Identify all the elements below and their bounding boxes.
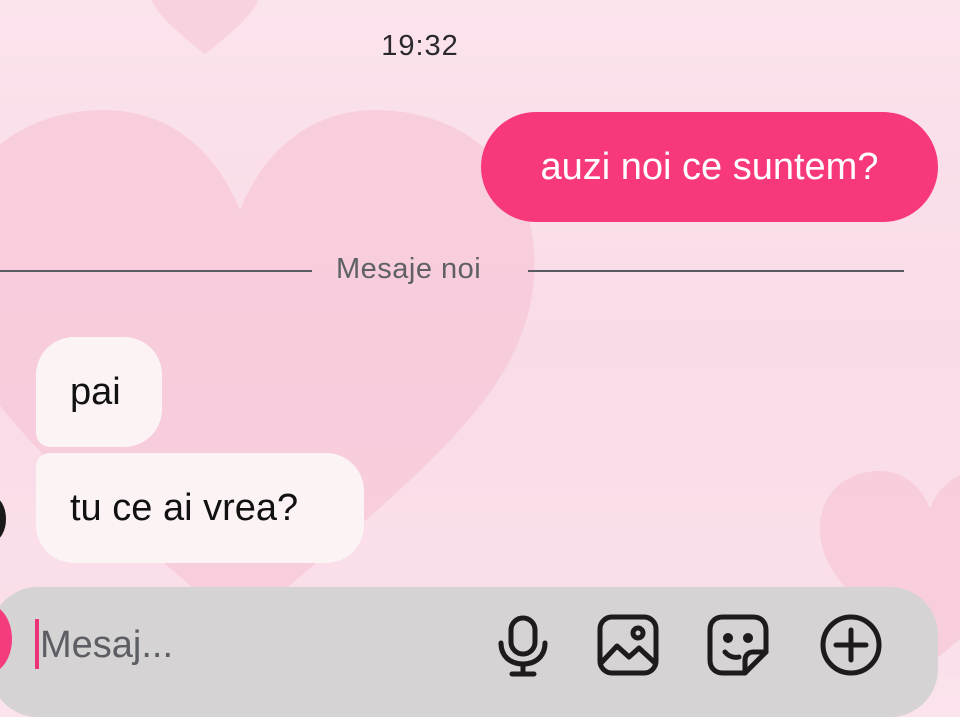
sticker-icon[interactable] (705, 612, 771, 678)
microphone-icon[interactable] (490, 612, 556, 678)
incoming-message[interactable]: tu ce ai vrea? (36, 453, 364, 563)
incoming-message[interactable]: pai (36, 337, 162, 447)
incoming-message-text: pai (70, 370, 121, 413)
outgoing-message[interactable]: auzi noi ce suntem? (481, 112, 938, 222)
message-timestamp: 19:32 (381, 30, 459, 62)
incoming-message-text: tu ce ai vrea? (70, 486, 299, 529)
chat-background (0, 0, 960, 678)
plus-circle-icon[interactable] (818, 612, 884, 678)
text-cursor (35, 619, 39, 669)
message-input[interactable] (40, 620, 460, 670)
gallery-icon[interactable] (595, 612, 661, 678)
new-messages-label: Mesaje noi (336, 253, 482, 285)
divider-line-left (0, 270, 312, 272)
divider-line-right (528, 270, 904, 272)
outgoing-message-text: auzi noi ce suntem? (540, 145, 879, 188)
new-messages-divider: Mesaje noi (0, 250, 960, 290)
